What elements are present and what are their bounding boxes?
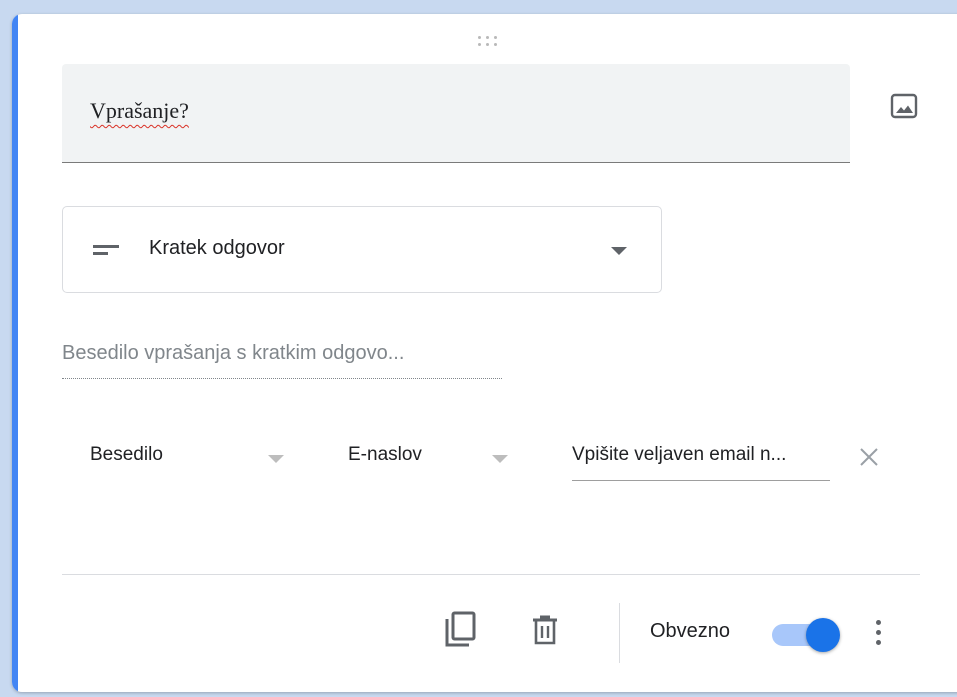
question-type-dropdown[interactable]: Kratek odgovor bbox=[62, 206, 662, 293]
more-vert-icon-dot bbox=[876, 640, 881, 645]
chevron-down-icon bbox=[492, 455, 508, 463]
chevron-down-icon bbox=[268, 455, 284, 463]
question-type-label: Kratek odgovor bbox=[149, 237, 285, 259]
validation-type-label: Besedilo bbox=[90, 444, 163, 465]
response-validation-row: Besedilo E-naslov Vpišite veljaven email… bbox=[62, 434, 922, 484]
more-options-button[interactable] bbox=[872, 614, 884, 650]
add-image-button[interactable] bbox=[888, 90, 920, 122]
delete-button[interactable] bbox=[530, 612, 560, 648]
validation-condition-dropdown[interactable]: E-naslov bbox=[322, 434, 522, 480]
image-icon bbox=[890, 93, 918, 119]
description-placeholder: Besedilo vprašanja s kratkim odgovo... bbox=[62, 342, 405, 364]
chevron-down-icon bbox=[611, 247, 627, 255]
validation-error-text: Vpišite veljaven email n... bbox=[572, 444, 787, 465]
validation-condition-label: E-naslov bbox=[348, 444, 422, 465]
more-vert-icon-dot bbox=[876, 630, 881, 635]
footer-separator bbox=[619, 603, 620, 663]
required-toggle[interactable] bbox=[772, 616, 842, 652]
question-card[interactable]: Vprašanje? Kratek odgovor Besedilo vpraš… bbox=[12, 14, 957, 692]
copy-icon bbox=[445, 611, 476, 647]
validation-type-dropdown[interactable]: Besedilo bbox=[62, 434, 302, 480]
validation-error-text-field[interactable]: Vpišite veljaven email n... bbox=[572, 434, 830, 481]
drag-handle-icon[interactable] bbox=[478, 34, 508, 50]
more-vert-icon bbox=[876, 620, 881, 625]
toggle-knob bbox=[806, 618, 840, 652]
duplicate-button[interactable] bbox=[442, 610, 478, 650]
description-field[interactable]: Besedilo vprašanja s kratkim odgovo... bbox=[62, 340, 502, 379]
active-indicator bbox=[12, 14, 18, 692]
required-label: Obvezno bbox=[650, 620, 731, 642]
remove-validation-button[interactable] bbox=[858, 446, 880, 468]
close-icon bbox=[860, 448, 878, 466]
question-title-field[interactable]: Vprašanje? bbox=[62, 64, 850, 163]
footer-divider-line bbox=[62, 574, 920, 575]
short-text-icon bbox=[93, 245, 119, 255]
question-title-text[interactable]: Vprašanje? bbox=[90, 98, 189, 124]
trash-icon bbox=[533, 615, 557, 645]
